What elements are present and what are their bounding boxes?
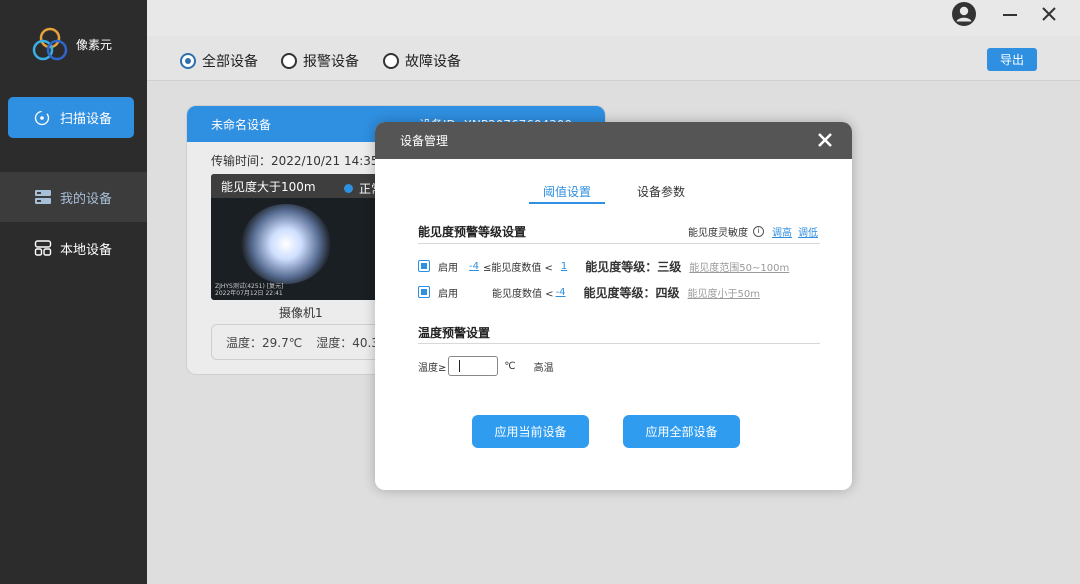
temperature-rule-row: 温度≥ ℃ 高温	[418, 356, 554, 376]
sensitivity-label: 能见度灵敏度	[688, 228, 748, 239]
visibility-section-title: 能见度预警等级设置	[418, 225, 527, 239]
visibility-level: 能见度等级：四级	[583, 285, 680, 300]
info-icon[interactable]: i	[753, 226, 764, 237]
dialog-title: 设备管理	[400, 134, 449, 148]
camera-name: 摄像机1	[279, 306, 323, 320]
temperature-reading: 温度：29.7℃	[226, 335, 303, 350]
radio-icon	[383, 53, 399, 69]
temperature-section-title: 温度预警设置	[418, 326, 491, 340]
radio-icon	[281, 53, 297, 69]
close-icon	[1042, 7, 1056, 21]
enable-checkbox[interactable]	[418, 260, 430, 272]
sidebar: 像素元 扫描设备 我的设备 本地设备	[0, 0, 147, 584]
max-value-input[interactable]: 1	[561, 261, 567, 272]
temperature-label: 温度≥	[418, 362, 447, 374]
sensitivity-control: 能见度灵敏度 i 调高 调低	[688, 224, 818, 239]
apply-all-devices-button[interactable]: 应用全部设备	[623, 415, 740, 448]
visibility-range[interactable]: 能见度范围50~100m	[689, 259, 789, 274]
scan-device-label: 扫描设备	[60, 112, 113, 127]
temperature-level: 高温	[533, 362, 554, 374]
divider	[418, 243, 820, 244]
transfer-time: 传输时间：2022/10/21 14:35:1	[211, 154, 391, 168]
minimize-button[interactable]	[996, 1, 1024, 27]
filter-label: 故障设备	[405, 54, 461, 70]
filter-all-devices[interactable]: 全部设备	[180, 51, 258, 71]
sensitivity-down-link[interactable]: 调低	[798, 224, 818, 239]
tab-active-indicator	[529, 202, 605, 204]
device-name: 未命名设备	[211, 117, 272, 132]
camera-thumbnail[interactable]: 能见度大于100m 正常 ZJHYS测试(4251) [复元] 2022年07月…	[211, 174, 383, 300]
local-device-icon	[34, 240, 52, 256]
visibility-range[interactable]: 能见度小于50m	[688, 285, 760, 300]
device-grid-icon	[35, 190, 51, 204]
camera-image	[241, 204, 331, 284]
divider	[418, 343, 820, 344]
sidebar-item-label: 我的设备	[60, 191, 113, 207]
user-button[interactable]	[950, 1, 978, 27]
filter-label: 全部设备	[202, 54, 258, 70]
enable-label: 启用	[438, 288, 458, 300]
condition-text: ≤能见度数值 <	[482, 262, 553, 274]
enable-label: 启用	[438, 262, 458, 274]
enable-checkbox[interactable]	[418, 286, 430, 298]
temperature-input[interactable]	[448, 356, 499, 376]
minimize-icon	[1003, 14, 1017, 16]
tab-device-params[interactable]: 设备参数	[637, 183, 685, 200]
camera-visibility-label: 能见度大于100m	[221, 179, 316, 194]
window-close-button[interactable]	[1035, 1, 1063, 27]
min-value-input[interactable]: -4	[469, 261, 479, 272]
sidebar-item-local-devices[interactable]: 本地设备	[0, 223, 147, 273]
sidebar-item-label: 本地设备	[60, 242, 113, 258]
dialog-header: 设备管理	[375, 122, 852, 159]
app-name: 像素元	[76, 38, 113, 52]
status-dot-icon	[344, 184, 353, 193]
filter-alarm-devices[interactable]: 报警设备	[281, 51, 359, 71]
logo-icon	[32, 27, 68, 61]
visibility-rule-row: 启用 -4 ≤能见度数值 < 1 能见度等级：三级 能见度范围50~100m	[418, 258, 789, 274]
visibility-level: 能见度等级：三级	[585, 259, 682, 274]
temperature-unit: ℃	[504, 360, 516, 372]
scan-device-button[interactable]: 扫描设备	[8, 97, 134, 138]
visibility-rule-row: 启用 能见度数值 < -4 能见度等级：四级 能见度小于50m	[418, 284, 760, 300]
condition-text: 能见度数值 <	[492, 288, 554, 300]
radio-selected-icon	[180, 53, 196, 69]
overlay-line: ZJHYS测试(4251) [复元]	[215, 283, 284, 290]
tab-threshold-settings[interactable]: 阈值设置	[543, 183, 591, 200]
scan-icon	[34, 110, 50, 125]
user-icon	[952, 2, 976, 26]
filter-label: 报警设备	[303, 54, 359, 70]
device-management-dialog: 设备管理 阈值设置 设备参数 能见度预警等级设置 能见度灵敏度 i 调高 调低 …	[375, 122, 852, 490]
sensitivity-up-link[interactable]: 调高	[772, 224, 792, 239]
sidebar-item-my-devices[interactable]: 我的设备	[0, 172, 147, 222]
overlay-line: 2022年07月12日 22:41	[215, 290, 283, 297]
filter-fault-devices[interactable]: 故障设备	[383, 51, 461, 71]
filter-bar: 全部设备 报警设备 故障设备	[147, 36, 1080, 81]
apply-current-device-button[interactable]: 应用当前设备	[472, 415, 589, 448]
camera-overlay-text: ZJHYS测试(4251) [复元] 2022年07月12日 22:41	[215, 283, 283, 297]
export-button[interactable]: 导出	[987, 48, 1037, 71]
title-bar	[147, 0, 1080, 36]
max-value-input[interactable]: -4	[556, 287, 566, 298]
close-icon[interactable]	[815, 129, 835, 151]
